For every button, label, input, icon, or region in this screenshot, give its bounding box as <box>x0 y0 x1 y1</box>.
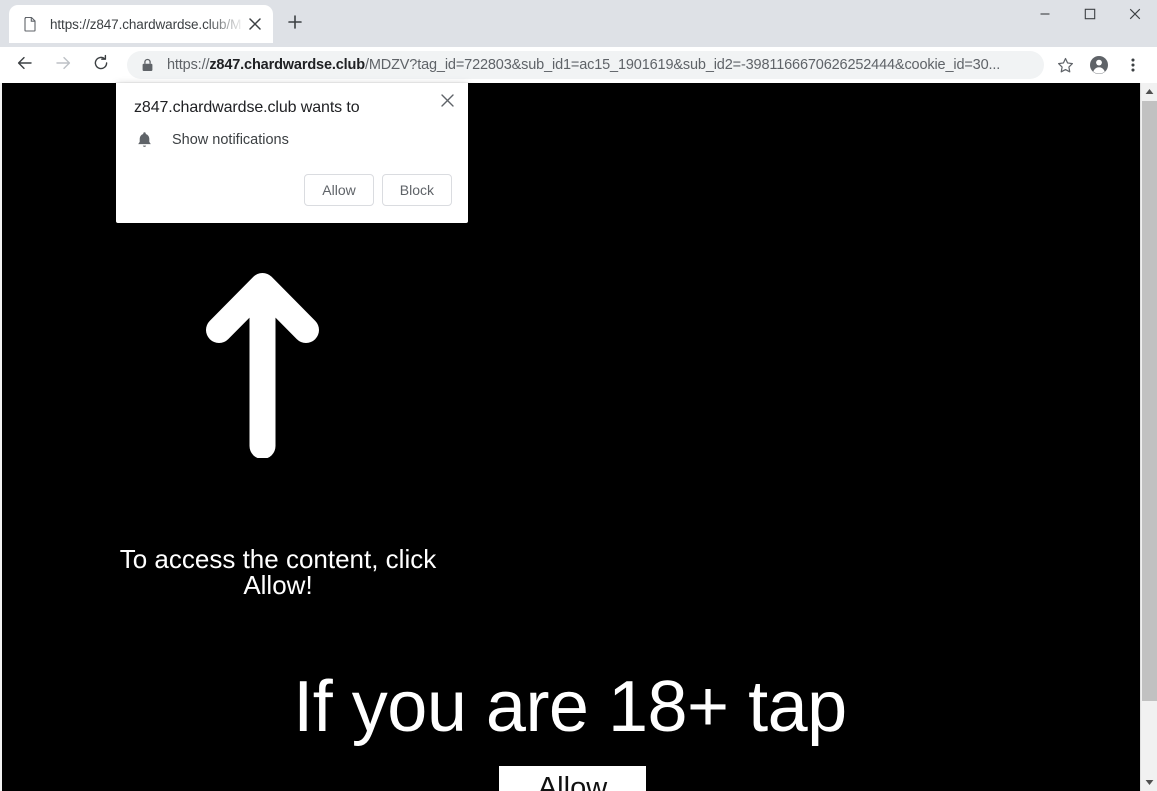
close-icon[interactable] <box>245 14 265 34</box>
browser-window: https://z847.chardwardse.club/M https://… <box>0 0 1157 791</box>
maximize-icon <box>1084 7 1096 25</box>
window-controls <box>1022 0 1157 32</box>
lock-icon <box>141 58 155 72</box>
new-tab-button[interactable] <box>281 10 309 38</box>
browser-toolbar: https://z847.chardwardse.club/MDZV?tag_i… <box>0 47 1157 83</box>
permission-request-row: Show notifications <box>134 130 289 150</box>
tab-title: https://z847.chardwardse.club/M <box>50 16 242 32</box>
page-favicon-icon <box>22 16 38 32</box>
permission-title: z847.chardwardse.club wants to <box>134 99 360 116</box>
tagline-line-2: Allow! <box>243 570 313 600</box>
permission-request-label: Show notifications <box>172 132 289 148</box>
vertical-scrollbar[interactable] <box>1140 83 1157 791</box>
reload-icon <box>92 54 110 77</box>
block-button[interactable]: Block <box>381 174 452 206</box>
reload-button[interactable] <box>87 51 115 79</box>
url-text: https://z847.chardwardse.club/MDZV?tag_i… <box>167 57 1001 73</box>
minimize-button[interactable] <box>1022 0 1067 32</box>
browser-tab[interactable]: https://z847.chardwardse.club/M <box>9 5 273 43</box>
bell-icon <box>134 130 154 150</box>
arrow-left-icon <box>16 54 34 77</box>
page-headline: If you are 18+ tap <box>293 667 847 747</box>
allow-cta-button[interactable]: Allow <box>499 766 646 791</box>
forward-button[interactable] <box>49 51 77 79</box>
arrow-up-icon <box>205 268 320 458</box>
scroll-down-arrow-icon[interactable] <box>1141 774 1157 791</box>
back-button[interactable] <box>11 51 39 79</box>
page-tagline: To access the content, click Allow! <box>60 546 496 598</box>
tab-strip: https://z847.chardwardse.club/M <box>0 0 1157 47</box>
close-window-button[interactable] <box>1112 0 1157 32</box>
address-bar[interactable]: https://z847.chardwardse.club/MDZV?tag_i… <box>127 51 1044 79</box>
chrome-menu-button[interactable] <box>1119 51 1147 79</box>
arrow-right-icon <box>54 54 72 77</box>
minimize-icon <box>1039 7 1051 25</box>
profile-avatar-icon[interactable] <box>1085 51 1113 79</box>
close-icon[interactable] <box>434 87 460 113</box>
maximize-button[interactable] <box>1067 0 1112 32</box>
notification-permission-dialog: z847.chardwardse.club wants to Show noti… <box>116 83 468 223</box>
close-icon <box>1129 7 1141 25</box>
bookmark-star-icon[interactable] <box>1051 51 1079 79</box>
allow-button[interactable]: Allow <box>304 174 374 206</box>
scrollbar-thumb[interactable] <box>1142 101 1157 701</box>
permission-actions: Allow Block <box>304 174 452 206</box>
plus-icon <box>288 14 302 34</box>
scroll-up-arrow-icon[interactable] <box>1141 83 1157 100</box>
